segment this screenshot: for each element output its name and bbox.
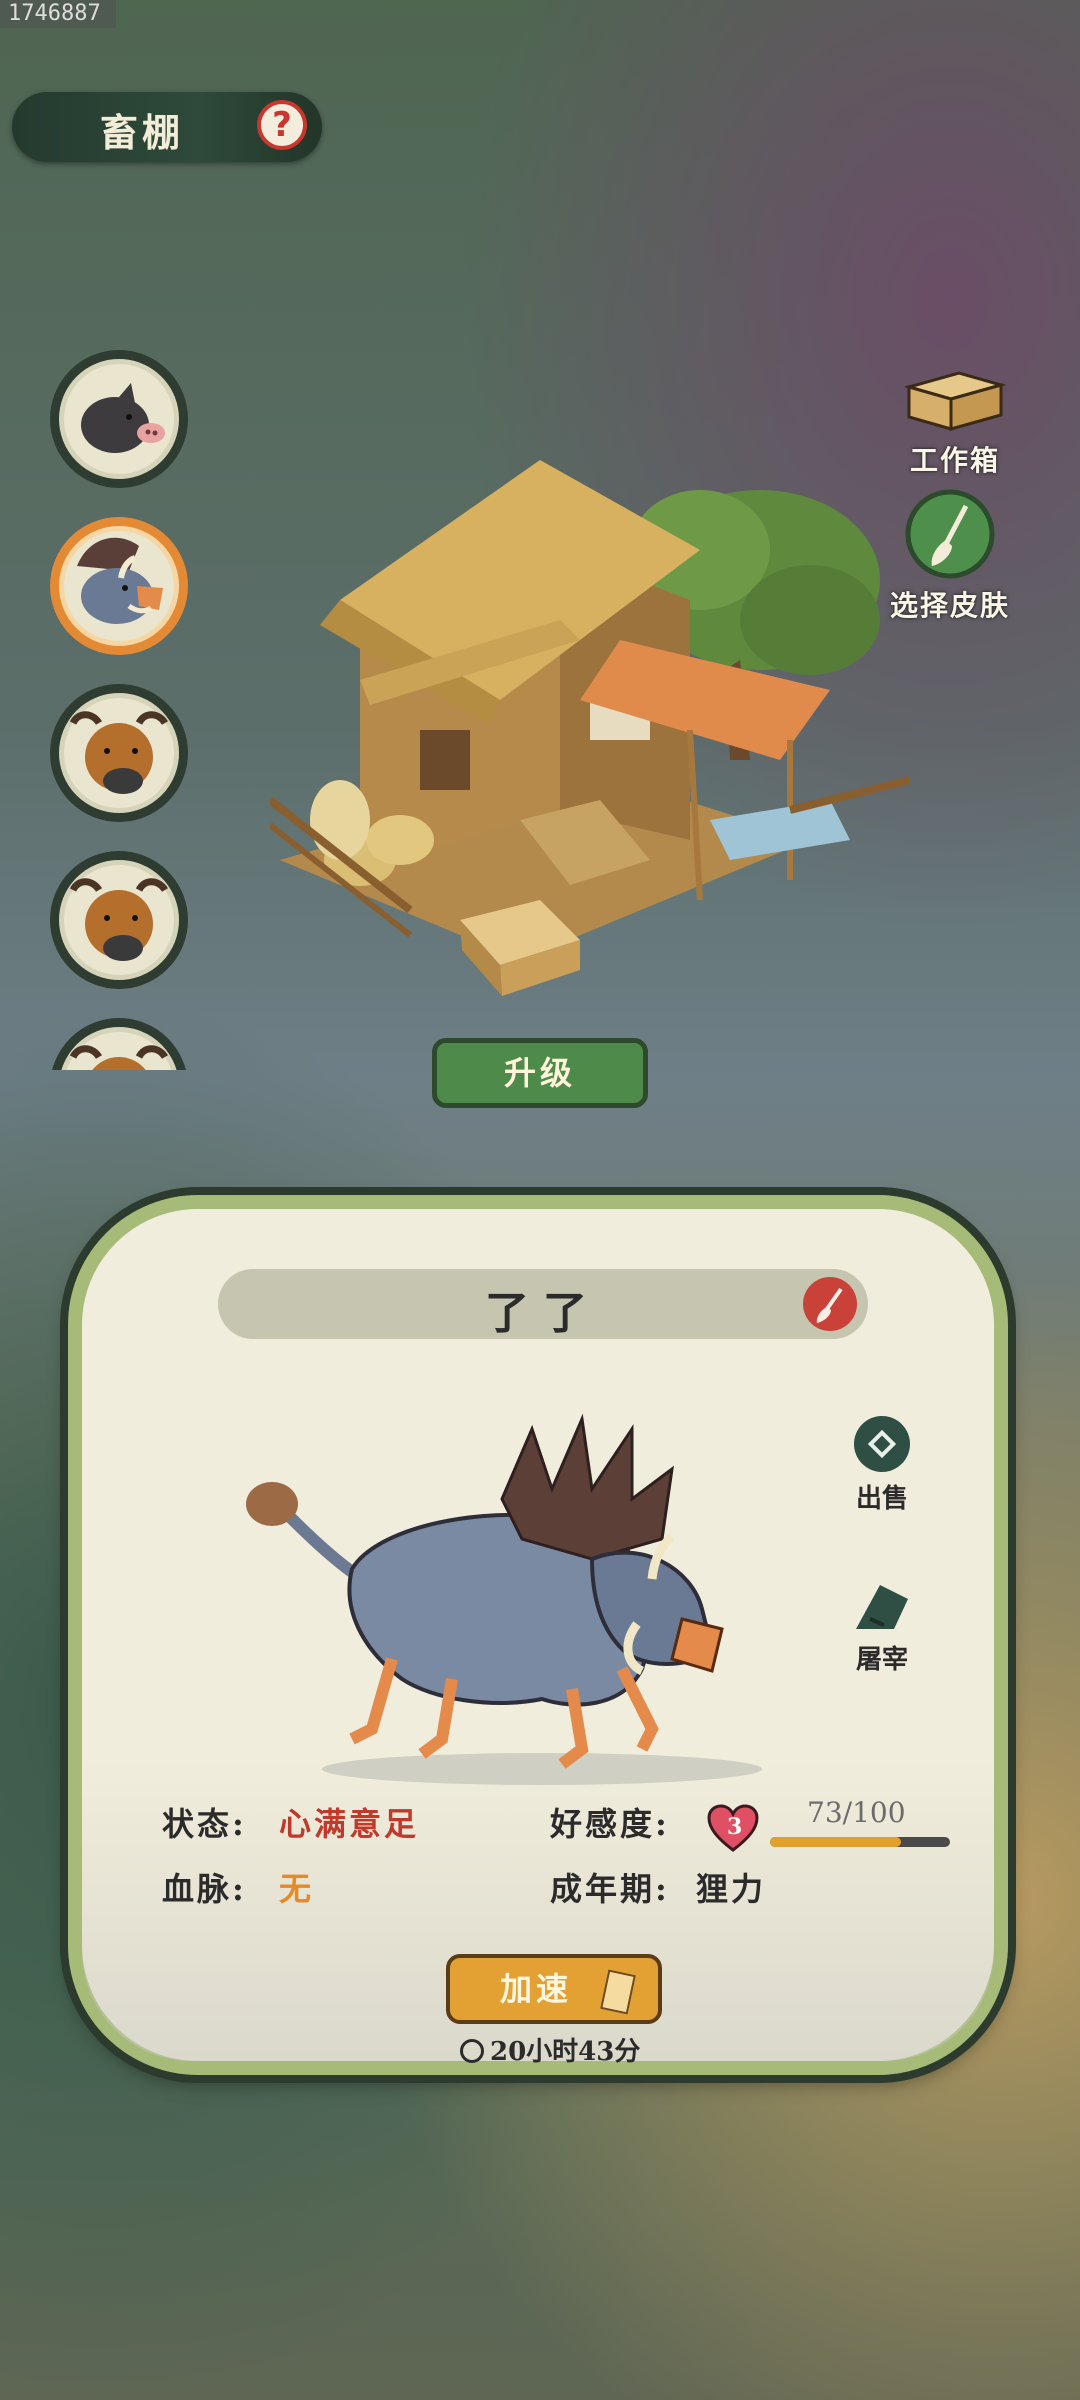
affection-value: 73/100 [807, 1796, 906, 1829]
adult-row: 成年期: 狸力 [550, 1864, 766, 1910]
toolbox-button[interactable]: 工作箱 [880, 365, 1030, 479]
rename-brush-icon[interactable] [803, 1277, 857, 1331]
brush-icon [905, 489, 995, 579]
animal-avatar-ox[interactable] [50, 1018, 188, 1070]
page-title: 畜棚 [100, 110, 185, 155]
sell-label: 出售 [855, 1484, 908, 1514]
animal-list[interactable] [50, 350, 200, 1070]
skin-label: 选择皮肤 [889, 589, 1010, 622]
affection-progress-bar [770, 1837, 950, 1847]
ticket-icon [600, 1969, 636, 2015]
timer-value: 20小时43分 [490, 2037, 641, 2067]
animal-avatar-pig[interactable] [50, 350, 188, 488]
affection-progress-fill [770, 1837, 902, 1847]
timer-row: 20小时43分 [460, 2031, 640, 2068]
bloodline-label: 血脉: [162, 1870, 247, 1908]
status-label: 状态: [162, 1805, 247, 1843]
toolbox-label: 工作箱 [909, 444, 1000, 477]
clock-icon [460, 2039, 484, 2063]
name-bar: 了了 [218, 1269, 868, 1339]
affection-label: 好感度: [550, 1805, 670, 1843]
affection-row: 好感度: [550, 1799, 670, 1845]
cleaver-icon [856, 1585, 908, 1629]
speed-up-label: 加速 [500, 1970, 573, 2008]
coin-icon [854, 1416, 910, 1472]
help-icon[interactable]: ? [257, 100, 307, 150]
animal-detail-panel: 了了 出售 屠宰 状态: 心满意足 血脉: 无 好感度: 3 73/100 成年… [68, 1195, 1008, 2075]
animal-name: 了了 [485, 1288, 601, 1339]
slaughter-button[interactable]: 屠宰 [837, 1579, 927, 1676]
status-value: 心满意足 [278, 1805, 419, 1843]
sell-button[interactable]: 出售 [837, 1414, 927, 1515]
heart-icon: 3 [707, 1804, 759, 1852]
adult-label: 成年期: [550, 1870, 670, 1908]
chest-icon [903, 371, 1007, 431]
barn-illustration[interactable] [270, 440, 910, 1010]
speed-up-button[interactable]: 加速 [446, 1954, 662, 2024]
boar-creature-image [246, 1413, 762, 1785]
skin-button[interactable]: 选择皮肤 [875, 488, 1025, 624]
affection-level: 3 [727, 1814, 742, 1840]
slaughter-label: 屠宰 [855, 1645, 908, 1675]
adult-value: 狸力 [695, 1870, 766, 1908]
bloodline-row: 血脉: 无 [162, 1864, 314, 1910]
animal-avatar-boar[interactable] [50, 517, 188, 655]
title-bar: 畜棚 ? [12, 92, 322, 162]
build-id: 1746887 [0, 0, 116, 28]
animal-avatar-ox[interactable] [50, 851, 188, 989]
upgrade-button[interactable]: 升级 [432, 1038, 648, 1108]
bloodline-value: 无 [278, 1870, 314, 1908]
animal-avatar-ox[interactable] [50, 684, 188, 822]
status-row: 状态: 心满意足 [162, 1799, 419, 1845]
